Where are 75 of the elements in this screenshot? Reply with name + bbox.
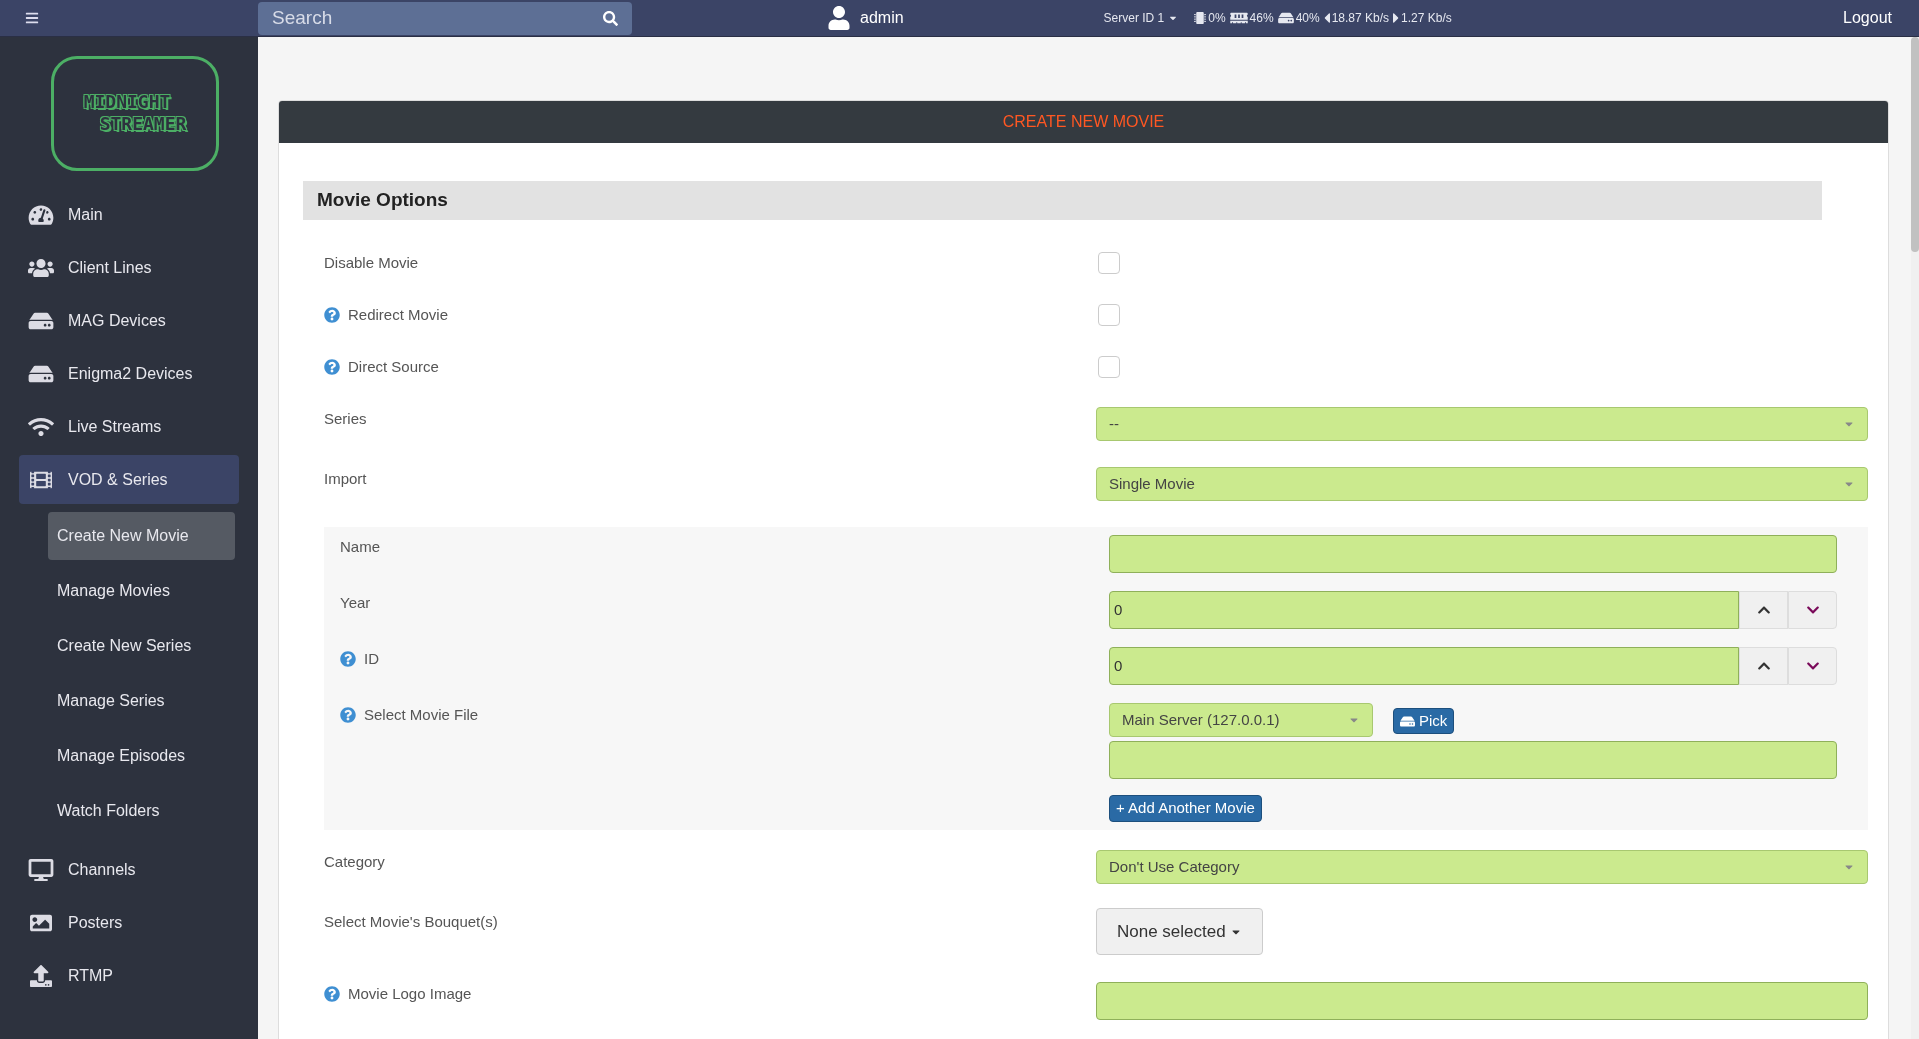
field-label: Disable Movie: [324, 253, 419, 273]
add-movie-button[interactable]: + Add Another Movie: [1109, 795, 1262, 822]
help-icon[interactable]: [324, 986, 340, 1003]
user-icon: [827, 6, 851, 30]
dropdown[interactable]: --: [1096, 407, 1868, 441]
sidebar-item[interactable]: Live Streams: [19, 402, 239, 451]
bouquet-dropdown[interactable]: None selected: [1096, 908, 1263, 955]
disk-usage: 40%: [1295, 10, 1320, 27]
increment-button[interactable]: [1739, 591, 1788, 629]
sidebar-item[interactable]: RTMP: [19, 951, 239, 1000]
sidebar-item[interactable]: VOD & Series: [19, 455, 239, 504]
sidebar-item[interactable]: Main: [19, 190, 239, 239]
username[interactable]: admin: [860, 6, 904, 30]
ram-usage: 46%: [1249, 10, 1274, 27]
search-field[interactable]: Search: [258, 1, 632, 35]
increment-button[interactable]: [1739, 647, 1788, 685]
text-field[interactable]: [1096, 982, 1868, 1020]
field-label: Import: [324, 469, 367, 489]
submenu-item[interactable]: Create New Series: [48, 622, 235, 670]
field-label: Category: [324, 852, 385, 872]
logo: MIDNIGHT STREAMER: [51, 55, 219, 171]
help-icon[interactable]: [324, 359, 340, 376]
field-label: Movie Logo Image: [348, 984, 472, 1004]
file-path-field[interactable]: [1109, 741, 1837, 779]
menu-icon[interactable]: [25, 11, 39, 25]
submenu-item[interactable]: Manage Series: [48, 677, 235, 725]
decrement-button[interactable]: [1788, 591, 1837, 629]
field-label: Series: [324, 409, 367, 429]
gauge-icon: [28, 203, 54, 226]
field-label: Redirect Movie: [348, 305, 449, 325]
chip-icon: [1194, 11, 1207, 25]
checkbox[interactable]: [1098, 356, 1120, 378]
submenu-item[interactable]: Create New Movie: [48, 512, 235, 560]
upload-icon: [28, 964, 54, 987]
dropdown[interactable]: Single Movie: [1096, 467, 1868, 501]
sidebar-item[interactable]: Enigma2 Devices: [19, 349, 239, 398]
submenu-item[interactable]: Watch Folders: [48, 787, 235, 835]
dropdown[interactable]: Don't Use Category: [1096, 850, 1868, 884]
upload-rate: 1.27 Kb/s: [1401, 10, 1452, 27]
field-label: Select Movie's Bouquet(s): [324, 912, 498, 932]
checkbox[interactable]: [1098, 252, 1120, 274]
sidebar-item[interactable]: Client Lines: [19, 243, 239, 292]
submenu-item[interactable]: Manage Episodes: [48, 732, 235, 780]
sidebar-item[interactable]: Posters: [19, 898, 239, 947]
text-field[interactable]: [1109, 535, 1837, 573]
help-icon[interactable]: [340, 651, 356, 668]
scrollbar-thumb[interactable]: [1911, 37, 1919, 252]
sidebar-item[interactable]: Channels: [19, 845, 239, 894]
monitor-icon: [28, 858, 54, 881]
download-rate: 18.87 Kb/s: [1331, 10, 1390, 27]
field-label: Direct Source: [348, 357, 439, 377]
field-label: ID: [364, 649, 379, 669]
decrement-button[interactable]: [1788, 647, 1837, 685]
wifi-icon: [28, 415, 54, 438]
field-label: Year: [340, 593, 371, 613]
users-icon: [28, 256, 54, 279]
server-dropdown[interactable]: Server ID 1: [1103, 9, 1179, 27]
cpu-usage: 0%: [1208, 10, 1226, 27]
search-icon[interactable]: [603, 10, 618, 26]
checkbox[interactable]: [1098, 304, 1120, 326]
logout-link[interactable]: Logout: [1843, 6, 1892, 30]
help-icon[interactable]: [324, 307, 340, 324]
memory-icon: [1229, 11, 1248, 25]
number-field[interactable]: 0: [1109, 591, 1739, 629]
card-title: CREATE NEW MOVIE: [1002, 112, 1165, 132]
drive-icon: [1277, 11, 1294, 25]
field-label: Select Movie File: [364, 705, 479, 725]
field-label: Name: [340, 537, 380, 557]
number-field[interactable]: 0: [1109, 647, 1739, 685]
section-title: Movie Options: [317, 188, 448, 213]
submenu-item[interactable]: Manage Movies: [48, 567, 235, 615]
sidebar-item[interactable]: MAG Devices: [19, 296, 239, 345]
pick-button[interactable]: Pick: [1393, 708, 1455, 734]
help-icon[interactable]: [340, 707, 356, 724]
dropdown[interactable]: Main Server (127.0.0.1): [1109, 703, 1373, 737]
